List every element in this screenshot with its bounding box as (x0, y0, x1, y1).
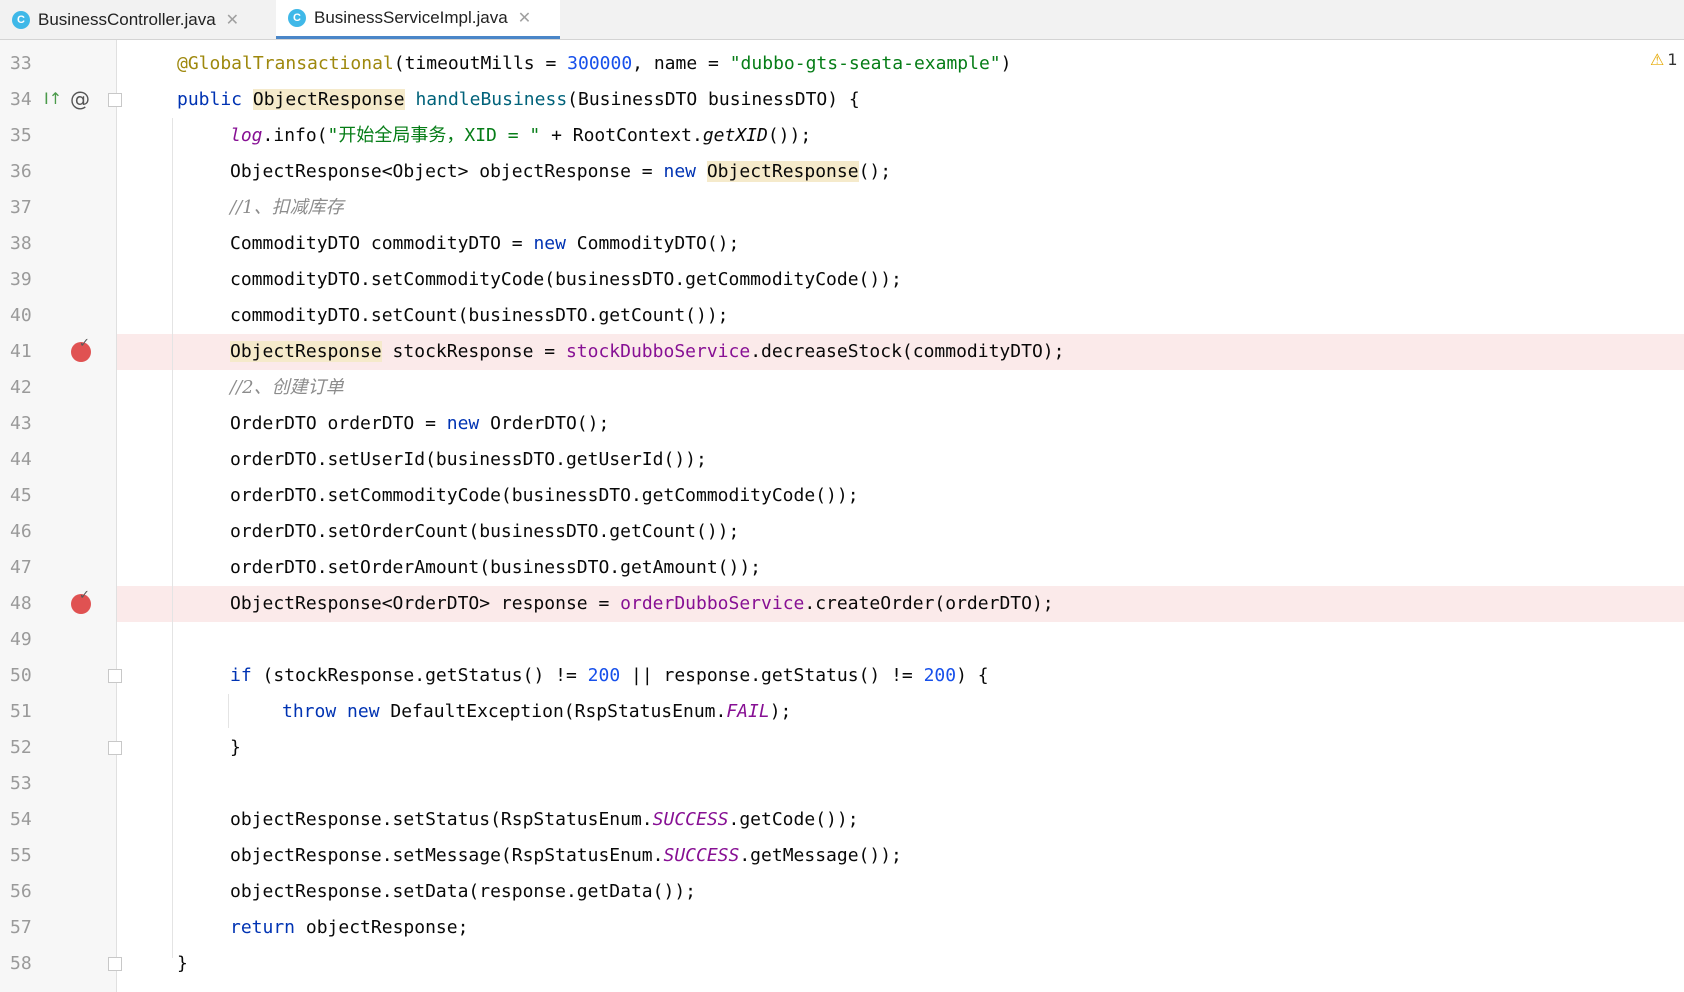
code-line-57[interactable]: return objectResponse; (230, 910, 468, 946)
code-line-56[interactable]: objectResponse.setData(response.getData(… (230, 874, 696, 910)
code-line-38[interactable]: CommodityDTO commodityDTO = new Commodit… (230, 226, 739, 262)
line-number: 37 (10, 197, 32, 218)
line-number: 36 (10, 161, 32, 182)
line-number: 56 (10, 881, 32, 902)
code-line-58[interactable]: } (177, 946, 188, 982)
tab-label: BusinessServiceImpl.java (314, 8, 508, 27)
line-number: 55 (10, 845, 32, 866)
line-number: 42 (10, 377, 32, 398)
code-line-41[interactable]: ObjectResponse stockResponse = stockDubb… (230, 334, 1064, 370)
line-number: 51 (10, 701, 32, 722)
tab-business-controller[interactable]: C BusinessController.java ✕ (12, 0, 272, 39)
code-line-42[interactable]: //2、创建订单 (230, 370, 344, 406)
code-line-50[interactable]: if (stockResponse.getStatus() != 200 || … (230, 658, 989, 694)
code-line-35[interactable]: log.info("开始全局事务，XID = " + RootContext.g… (230, 118, 811, 154)
code-line-33[interactable]: @GlobalTransactional(timeoutMills = 3000… (177, 46, 1012, 82)
line-number: 48 (10, 593, 32, 614)
code-line-39[interactable]: commodityDTO.setCommodityCode(businessDT… (230, 262, 902, 298)
line-number: 38 (10, 233, 32, 254)
fold-end-icon[interactable] (108, 957, 122, 971)
fold-end-icon[interactable] (108, 741, 122, 755)
code-line-48[interactable]: ObjectResponse<OrderDTO> response = orde… (230, 586, 1054, 622)
fold-toggle-icon[interactable] (108, 93, 122, 107)
close-icon[interactable]: ✕ (226, 10, 239, 30)
code-line-45[interactable]: orderDTO.setCommodityCode(businessDTO.ge… (230, 478, 859, 514)
annotation-gutter-icon[interactable]: @ (70, 87, 90, 111)
line-number: 33 (10, 53, 32, 74)
line-number: 43 (10, 413, 32, 434)
code-line-54[interactable]: objectResponse.setStatus(RspStatusEnum.S… (230, 802, 859, 838)
code-line-47[interactable]: orderDTO.setOrderAmount(businessDTO.getA… (230, 550, 761, 586)
line-number: 49 (10, 629, 32, 650)
tab-business-service-impl[interactable]: C BusinessServiceImpl.java ✕ (276, 0, 560, 39)
checkmark-icon: ✓ (79, 588, 90, 603)
line-number: 58 (10, 953, 32, 974)
line-number: 54 (10, 809, 32, 830)
line-number: 52 (10, 737, 32, 758)
java-class-icon: C (288, 9, 306, 27)
line-number: 35 (10, 125, 32, 146)
line-number: 44 (10, 449, 32, 470)
java-class-icon: C (12, 10, 30, 29)
line-number: 39 (10, 269, 32, 290)
implements-method-icon[interactable]: I↑ (44, 89, 62, 108)
tab-label: BusinessController.java (38, 9, 216, 29)
line-number: 46 (10, 521, 32, 542)
fold-toggle-icon[interactable] (108, 669, 122, 683)
code-line-37[interactable]: //1、扣减库存 (230, 190, 344, 226)
close-icon[interactable]: ✕ (518, 8, 531, 28)
code-line-52[interactable]: } (230, 730, 241, 766)
code-line-34[interactable]: public ObjectResponse handleBusiness(Bus… (177, 82, 860, 118)
checkmark-icon: ✓ (79, 336, 90, 351)
code-line-44[interactable]: orderDTO.setUserId(businessDTO.getUserId… (230, 442, 707, 478)
line-number: 41 (10, 341, 32, 362)
code-line-55[interactable]: objectResponse.setMessage(RspStatusEnum.… (230, 838, 902, 874)
line-number: 45 (10, 485, 32, 506)
code-line-43[interactable]: OrderDTO orderDTO = new OrderDTO(); (230, 406, 609, 442)
line-number: 40 (10, 305, 32, 326)
code-line-51[interactable]: throw new DefaultException(RspStatusEnum… (282, 694, 791, 730)
line-number: 47 (10, 557, 32, 578)
line-number: 50 (10, 665, 32, 686)
code-line-36[interactable]: ObjectResponse<Object> objectResponse = … (230, 154, 891, 190)
code-line-40[interactable]: commodityDTO.setCount(businessDTO.getCou… (230, 298, 729, 334)
line-number: 57 (10, 917, 32, 938)
code-line-46[interactable]: orderDTO.setOrderCount(businessDTO.getCo… (230, 514, 739, 550)
line-number: 34 (10, 89, 32, 110)
editor-tab-bar: C BusinessController.java ✕ C BusinessSe… (0, 0, 1684, 40)
line-number: 53 (10, 773, 32, 794)
